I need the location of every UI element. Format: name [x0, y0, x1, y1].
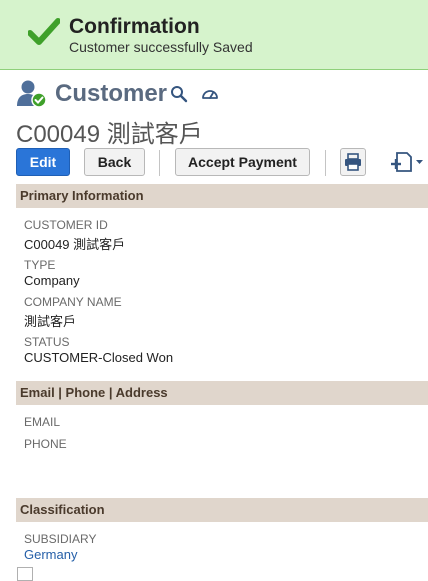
- field-label-customer-id: CUSTOMER ID: [24, 218, 108, 232]
- new-record-icon: [391, 152, 423, 172]
- field-label-phone: PHONE: [24, 437, 67, 451]
- field-label-email: EMAIL: [24, 415, 61, 429]
- field-label-status: STATUS: [24, 335, 70, 349]
- field-value-customer-id: C00049 測試客戶: [24, 237, 126, 252]
- confirmation-banner: Confirmation Customer successfully Saved: [0, 0, 428, 70]
- confirmation-message: Customer successfully Saved: [69, 39, 253, 55]
- field-label-type: TYPE: [24, 258, 56, 272]
- new-record-button[interactable]: [388, 148, 426, 176]
- subsidiary-link[interactable]: Germany: [24, 547, 77, 562]
- confirmation-title: Confirmation: [69, 15, 200, 38]
- field-label-company-name: COMPANY NAME: [24, 295, 122, 309]
- section-title: Classification: [20, 502, 105, 517]
- customer-icon: [17, 80, 47, 108]
- edit-button[interactable]: Edit: [16, 148, 70, 176]
- section-email-phone-address: Email | Phone | Address: [16, 381, 428, 405]
- print-icon: [345, 153, 361, 171]
- dashboard-gauge-icon[interactable]: [201, 86, 219, 102]
- checkmark-icon: [28, 18, 60, 45]
- record-type-title: Customer: [55, 80, 168, 107]
- section-classification: Classification: [16, 498, 428, 522]
- print-button[interactable]: [340, 148, 366, 176]
- toolbar-divider: [325, 150, 326, 176]
- field-value-status: CUSTOMER-Closed Won: [24, 350, 174, 365]
- field-label-subsidiary: SUBSIDIARY: [24, 532, 97, 546]
- field-value-company-name: 測試客戶: [24, 314, 77, 329]
- field-value-type: Company: [24, 273, 80, 288]
- accept-payment-button[interactable]: Accept Payment: [175, 148, 310, 176]
- checkbox[interactable]: [17, 567, 33, 581]
- back-button[interactable]: Back: [84, 148, 145, 176]
- record-name: C00049 測試客戶: [16, 121, 203, 148]
- search-icon[interactable]: [170, 85, 188, 103]
- section-primary-information: Primary Information: [16, 184, 428, 208]
- toolbar-divider: [159, 150, 160, 176]
- section-title: Primary Information: [20, 188, 144, 203]
- section-title: Email | Phone | Address: [20, 385, 168, 400]
